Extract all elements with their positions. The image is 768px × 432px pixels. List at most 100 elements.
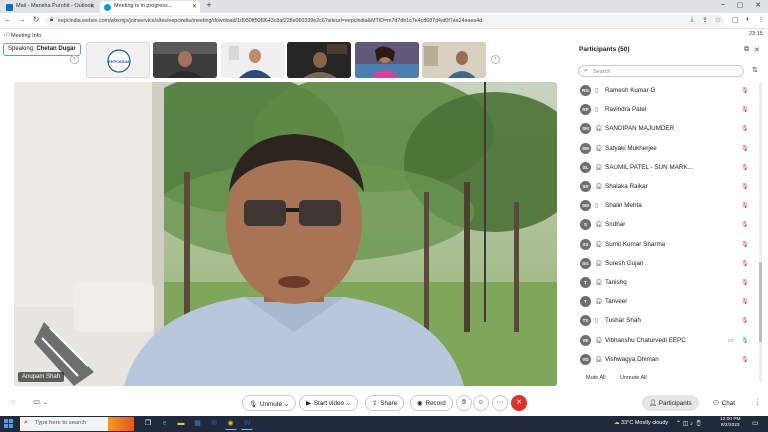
word-icon[interactable]: W [241, 418, 253, 430]
address-bar[interactable]: 🔒︎ eepcindia.webex.com/wbxmjs/joinservic… [46, 15, 724, 27]
notification-icon[interactable]: ▭ [752, 419, 759, 427]
participant-row[interactable]: RP ▯ Ravindra Patel 🎙︎ [578, 101, 754, 119]
video-tile[interactable] [287, 42, 351, 78]
share-page-icon[interactable]: ⇪ [700, 16, 710, 24]
mute-all-button[interactable]: Mute All [586, 375, 606, 381]
close-window-button[interactable]: ✕ [751, 1, 765, 9]
participant-row[interactable]: S 🎧︎ Sridhar 🎙︎ [578, 216, 754, 234]
forward-arrow-icon[interactable]: → [17, 15, 27, 24]
minimize-button[interactable]: – [716, 1, 730, 8]
maximize-button[interactable]: ▢ [733, 1, 747, 9]
participant-row[interactable]: SG 🎧︎ Suresh Gujari 🎙︎ [578, 255, 754, 273]
participant-row[interactable]: VE 🎧︎ Vibhanshu Chaturvedi EEPC ▭ 🎙︎ [578, 332, 754, 350]
windows-start-icon[interactable] [4, 419, 13, 428]
microphone-muted-icon[interactable]: 🎙︎ [741, 241, 749, 248]
participant-row[interactable]: TS ▯ Tushar Shah 🎙︎ [578, 312, 754, 330]
download-icon[interactable]: ⤓ [687, 16, 697, 24]
chat-label: Chat [721, 400, 736, 407]
scrollbar-thumb[interactable] [759, 262, 762, 342]
captions-icon[interactable]: ▭ [33, 397, 40, 406]
bookmark-star-icon[interactable]: ☆ [713, 16, 723, 24]
profile-icon[interactable]: ◐ [743, 16, 753, 23]
sort-icon[interactable]: ⇅ [752, 66, 758, 74]
chrome-icon[interactable]: ◉ [224, 418, 237, 430]
avatar: SM [580, 123, 591, 135]
layout-icon[interactable]: ◌ [11, 397, 15, 406]
reactions-icon[interactable]: ☺ [473, 395, 489, 411]
microphone-muted-icon[interactable]: 🎙︎ [741, 356, 749, 363]
microphone-muted-icon[interactable]: 🎙︎ [741, 298, 749, 305]
participant-name: Suresh Gujari [605, 259, 644, 267]
new-tab-button[interactable]: + [202, 0, 216, 10]
participant-row[interactable]: T 🎧︎ Tanveer 🎙︎ [578, 293, 754, 311]
participant-row[interactable]: VD 🎧︎ Vishwagya Dhiman 🎙︎ [578, 351, 754, 369]
system-clock[interactable]: 12:00 PM 8/2/2023 [720, 417, 741, 429]
start-video-button[interactable]: ▶︎ Start video ⌄ [299, 395, 358, 411]
microphone-muted-icon[interactable]: 🎙︎ [741, 125, 749, 132]
participant-row[interactable]: RG ▯ Ramesh Kumar G 🎙︎ [578, 82, 754, 100]
participant-row[interactable]: SM 🎧︎ Satyaki Mukherjee 🎙︎ [578, 140, 754, 158]
tab-meeting[interactable]: Meeting is in progress... ✕ [100, 1, 200, 13]
raise-hand-icon[interactable]: ✋︎ [456, 395, 472, 411]
lock-icon: 🔒︎ [50, 17, 54, 23]
video-tile[interactable] [355, 42, 419, 78]
unmute-all-button[interactable]: Unmute All [620, 375, 647, 381]
video-tile[interactable] [221, 42, 285, 78]
edge-icon[interactable]: e [159, 418, 171, 430]
chevron-down-icon[interactable]: ⌄ [43, 399, 48, 406]
video-tile[interactable]: EEPCINDIA [86, 42, 150, 78]
reload-icon[interactable]: ↻ [31, 15, 41, 24]
microphone-muted-icon[interactable]: 🎙︎ [741, 260, 749, 267]
tab-search-icon[interactable]: ▢ [730, 16, 740, 24]
participant-row[interactable]: SM 🎧︎ SANDIPAN MAJUMDER 🎙︎ [578, 120, 754, 138]
close-tab-icon[interactable]: ✕ [90, 3, 95, 10]
back-arrow-icon[interactable]: ← [3, 15, 13, 24]
main-video[interactable]: Anupam Shah [14, 82, 557, 386]
participant-name: Ravindra Patel [605, 106, 647, 114]
microphone-muted-icon[interactable]: 🎙︎ [741, 202, 749, 209]
menu-dots-icon[interactable]: ⋮ [756, 16, 766, 24]
popout-icon[interactable]: ⧉ [744, 46, 749, 54]
microphone-muted-icon[interactable]: 🎙︎ [741, 145, 749, 152]
video-tile[interactable] [153, 42, 217, 78]
mail-icon[interactable]: ✉ [208, 418, 220, 430]
leave-meeting-button[interactable]: ✕ [511, 395, 527, 411]
participant-name: Vibhanshu Chaturvedi EEPC [605, 336, 686, 344]
microphone-icon[interactable]: 🎙︎ [741, 337, 749, 344]
microphone-muted-icon[interactable]: 🎙︎ [741, 106, 749, 113]
filmstrip-next-icon[interactable]: › [491, 55, 500, 64]
microphone-muted-icon[interactable]: 🎙︎ [741, 183, 749, 190]
microphone-muted-icon[interactable]: 🎙︎ [741, 279, 749, 286]
system-tray-icons[interactable]: ⌃ ◫ ♪ 🔋︎ [676, 420, 702, 427]
file-explorer-icon[interactable]: ▬ [175, 418, 187, 430]
close-panel-icon[interactable]: ✕ [754, 46, 760, 54]
share-button[interactable]: ⇪ Share [365, 395, 405, 411]
participant-row[interactable]: T 🎧︎ Tanishq 🎙︎ [578, 274, 754, 292]
avatar: SS [580, 238, 591, 250]
weather-widget[interactable]: ☁︎ 33°C Mostly cloudy [614, 420, 668, 426]
participant-row[interactable]: SS 🎧︎ Sumit Kumar Sharma 🎙︎ [578, 236, 754, 254]
participant-row[interactable]: SM ▯ Shalin Mehta 🎙︎ [578, 197, 754, 215]
close-tab-icon[interactable]: ✕ [192, 3, 197, 10]
participants-button[interactable]: 👤︎ Participants [642, 395, 699, 411]
chat-button[interactable]: 💬︎ Chat [708, 395, 739, 411]
microphone-muted-icon[interactable]: 🎙︎ [741, 221, 749, 228]
store-icon[interactable]: ▦ [192, 418, 204, 430]
participant-search-input[interactable]: ⌕ Search [578, 65, 744, 77]
unmute-button[interactable]: 🎙︎ Unmute ⌄ [242, 395, 297, 411]
meeting-info-link[interactable]: ⓘ Meeting Info [4, 31, 41, 39]
more-panels-icon[interactable]: ⋮ [754, 397, 762, 406]
participant-scrollbar[interactable] [759, 82, 762, 382]
participant-row[interactable]: SL 🎧︎ SAUMIL PATEL - SUN MARK... 🎙︎ [578, 159, 754, 177]
microphone-muted-icon[interactable]: 🎙︎ [741, 87, 749, 94]
tab-outlook[interactable]: Mail - Mansha Purohit - Outlook ✕ [2, 1, 98, 13]
record-button[interactable]: ◉ Record [410, 395, 453, 411]
filmstrip-prev-icon[interactable]: ‹ [70, 55, 79, 64]
task-view-icon[interactable]: ❐ [142, 418, 154, 430]
video-tile[interactable] [422, 42, 486, 78]
avatar: RP [580, 104, 591, 116]
microphone-muted-icon[interactable]: 🎙︎ [741, 317, 749, 324]
participant-row[interactable]: SR 🎧︎ Shalaka Raikar 🎙︎ [578, 178, 754, 196]
microphone-muted-icon[interactable]: 🎙︎ [741, 164, 749, 171]
more-options-button[interactable]: ··· [492, 395, 508, 411]
